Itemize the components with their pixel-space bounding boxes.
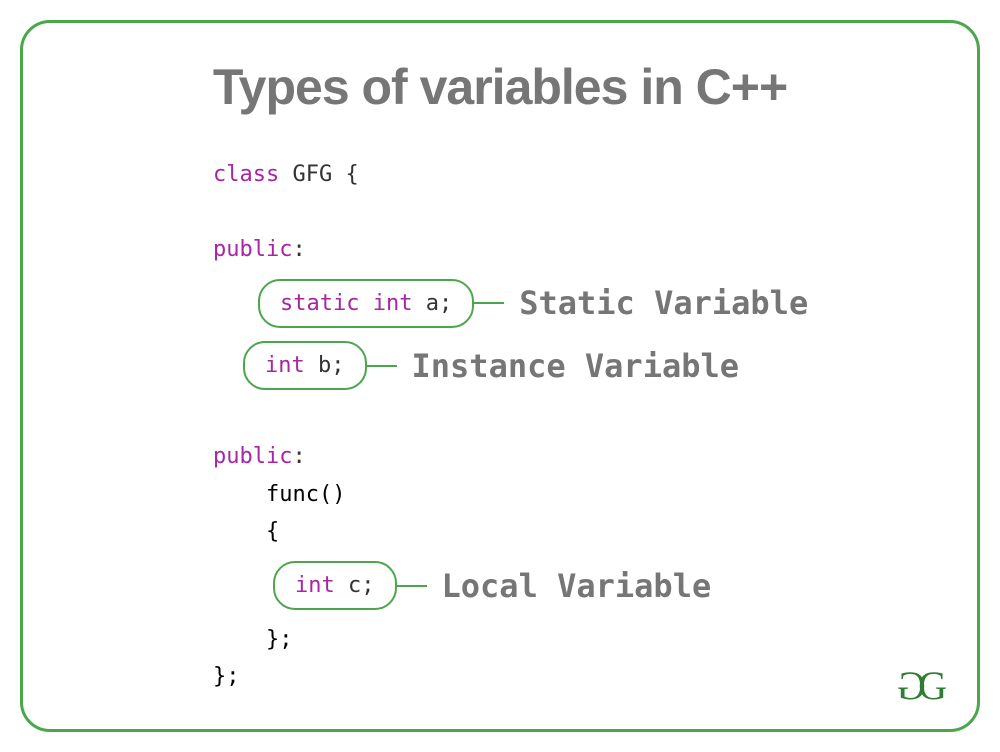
code-line-public1: public: [213, 231, 927, 268]
connector-icon [367, 365, 397, 367]
connector-icon [397, 585, 427, 587]
instance-label: Instance Variable [412, 339, 740, 393]
static-label: Static Variable [519, 276, 808, 330]
keyword-public1: public [213, 237, 292, 262]
local-variable-row: int c; Local Variable [273, 559, 927, 613]
static-variable-row: static int a; Static Variable [258, 276, 927, 330]
blank-line [213, 193, 927, 230]
blank-line [213, 401, 927, 438]
code-line-func: func() [213, 476, 927, 513]
var-c: c; [335, 567, 375, 604]
gfg-logo: GG [897, 662, 947, 709]
static-variable-pill: static int a; [258, 279, 474, 328]
page-title: Types of variables in C++ [73, 58, 927, 116]
code-block: class GFG { public: static int a; Static… [213, 156, 927, 696]
colon1: : [292, 237, 305, 262]
local-label: Local Variable [442, 559, 712, 613]
code-line-funcclose: }; [213, 621, 927, 658]
colon2: : [292, 444, 305, 469]
keyword-int3: int [295, 567, 335, 604]
local-variable-pill: int c; [273, 561, 397, 610]
instance-variable-row: int b; Instance Variable [243, 339, 927, 393]
code-line-public2: public: [213, 438, 927, 475]
code-line-openbrace: { [213, 513, 927, 550]
code-line-classclose: }; [213, 658, 927, 695]
diagram-container: Types of variables in C++ class GFG { pu… [20, 20, 980, 732]
keyword-public2: public [213, 444, 292, 469]
keyword-int2: int [265, 347, 305, 384]
keyword-class: class [213, 162, 279, 187]
keyword-int1: int [359, 285, 412, 322]
var-a: a; [412, 285, 452, 322]
var-b: b; [305, 347, 345, 384]
logo-g-flipped: G [897, 662, 926, 709]
keyword-static: static [280, 285, 359, 322]
instance-variable-pill: int b; [243, 341, 367, 390]
code-line-class: class GFG { [213, 156, 927, 193]
connector-icon [474, 302, 504, 304]
class-name: GFG { [279, 162, 358, 187]
